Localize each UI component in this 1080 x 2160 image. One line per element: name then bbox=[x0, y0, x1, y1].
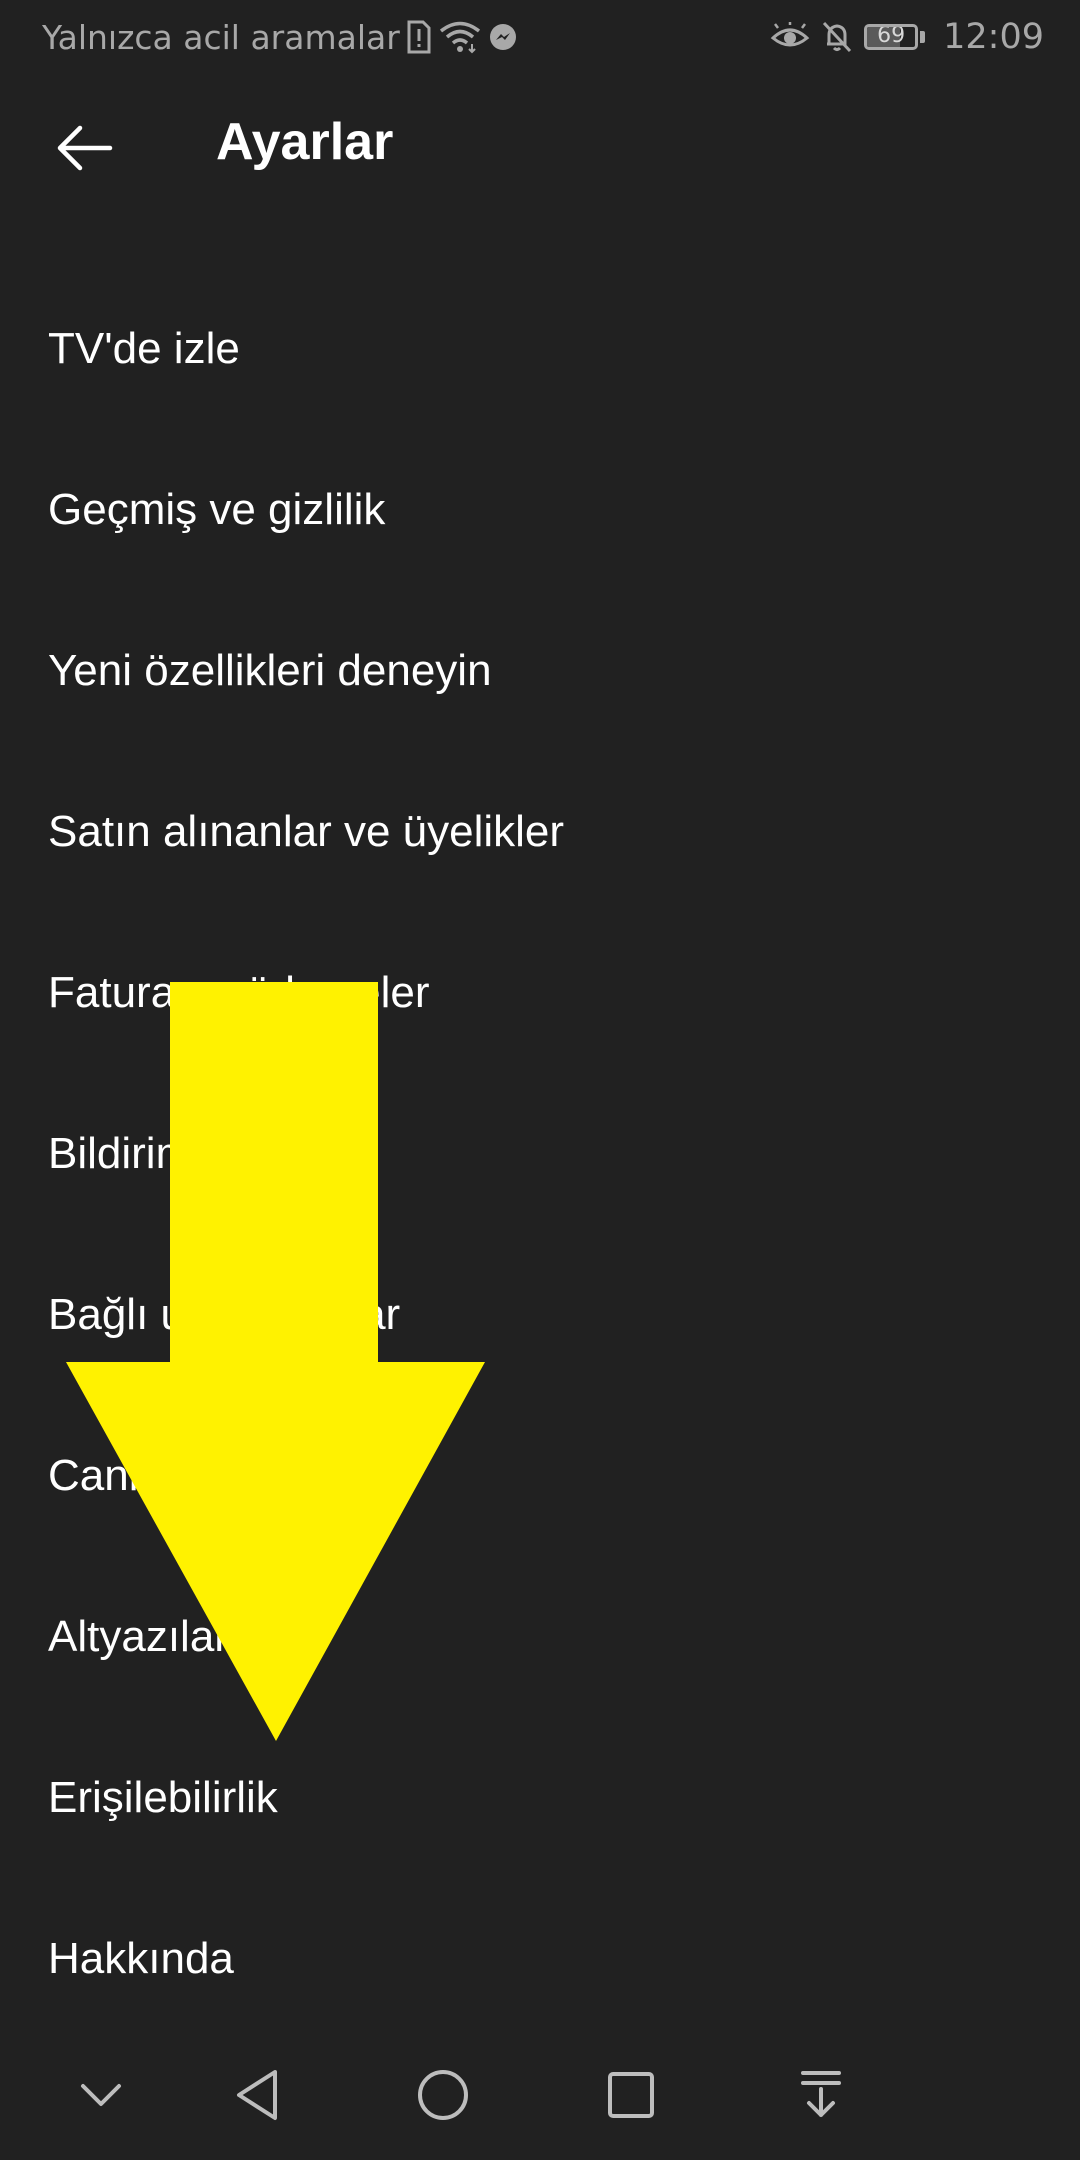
nav-collapse-button[interactable] bbox=[56, 2050, 146, 2140]
home-circle-icon bbox=[418, 2070, 468, 2120]
settings-item-label: Bağlı uygulamalar bbox=[48, 1289, 401, 1339]
back-button[interactable] bbox=[44, 108, 124, 188]
settings-item-captions[interactable]: Altyazılar bbox=[0, 1556, 1080, 1717]
settings-item-tv[interactable]: TV'de izle bbox=[0, 268, 1080, 429]
notifications-off-icon bbox=[820, 20, 854, 54]
settings-item-billing[interactable]: Fatura ve ödemeler bbox=[0, 912, 1080, 1073]
wifi-icon bbox=[438, 20, 482, 54]
status-time: 12:09 bbox=[943, 17, 1044, 57]
chevron-down-icon bbox=[81, 2084, 121, 2106]
status-bar: Yalnızca acil aramalar 69 12:09 bbox=[0, 0, 1080, 74]
settings-item-notifications[interactable]: Bildirimler bbox=[0, 1073, 1080, 1234]
settings-item-label: Fatura ve ödemeler bbox=[48, 967, 430, 1017]
battery-icon: 69 bbox=[864, 24, 926, 50]
nav-bar bbox=[0, 2030, 1080, 2160]
nav-home-button[interactable] bbox=[398, 2050, 488, 2140]
status-right: 69 12:09 bbox=[770, 14, 1044, 60]
settings-item-connected-apps[interactable]: Bağlı uygulamalar bbox=[0, 1234, 1080, 1395]
settings-item-live-chat[interactable]: Canlı sohbet bbox=[0, 1395, 1080, 1556]
nav-notifications-button[interactable] bbox=[776, 2050, 866, 2140]
settings-item-label: Satın alınanlar ve üyelikler bbox=[48, 806, 565, 856]
settings-item-accessibility[interactable]: Erişilebilirlik bbox=[0, 1717, 1080, 1878]
back-triangle-icon bbox=[237, 2070, 277, 2120]
settings-list: TV'de izle Geçmiş ve gizlilik Yeni özell… bbox=[0, 268, 1080, 2039]
settings-item-label: Yeni özellikleri deneyin bbox=[48, 645, 492, 695]
page-title: Ayarlar bbox=[216, 113, 394, 171]
messenger-icon bbox=[488, 22, 518, 52]
settings-item-label: Altyazılar bbox=[48, 1611, 229, 1661]
settings-item-about[interactable]: Hakkında bbox=[0, 1878, 1080, 2039]
carrier-text: Yalnızca acil aramalar bbox=[42, 17, 400, 57]
settings-item-label: Geçmiş ve gizlilik bbox=[48, 484, 386, 534]
settings-item-history-privacy[interactable]: Geçmiş ve gizlilik bbox=[0, 429, 1080, 590]
settings-item-label: TV'de izle bbox=[48, 323, 240, 373]
settings-item-label: Bildirimler bbox=[48, 1128, 242, 1178]
arrow-left-icon bbox=[57, 125, 113, 171]
notification-pull-icon bbox=[801, 2071, 841, 2117]
settings-item-label: Erişilebilirlik bbox=[48, 1772, 278, 1822]
nav-recents-button[interactable] bbox=[586, 2050, 676, 2140]
sim-alert-icon bbox=[406, 20, 432, 54]
nav-back-button[interactable] bbox=[212, 2050, 302, 2140]
eye-icon bbox=[770, 22, 810, 52]
recents-square-icon bbox=[608, 2072, 654, 2118]
settings-item-purchases[interactable]: Satın alınanlar ve üyelikler bbox=[0, 751, 1080, 912]
battery-level: 69 bbox=[877, 24, 906, 48]
settings-item-label: Hakkında bbox=[48, 1933, 234, 1983]
settings-item-try-features[interactable]: Yeni özellikleri deneyin bbox=[0, 590, 1080, 751]
settings-item-label: Canlı sohbet bbox=[48, 1450, 296, 1500]
status-left: Yalnızca acil aramalar bbox=[42, 14, 518, 60]
app-bar: Ayarlar bbox=[0, 74, 1080, 216]
